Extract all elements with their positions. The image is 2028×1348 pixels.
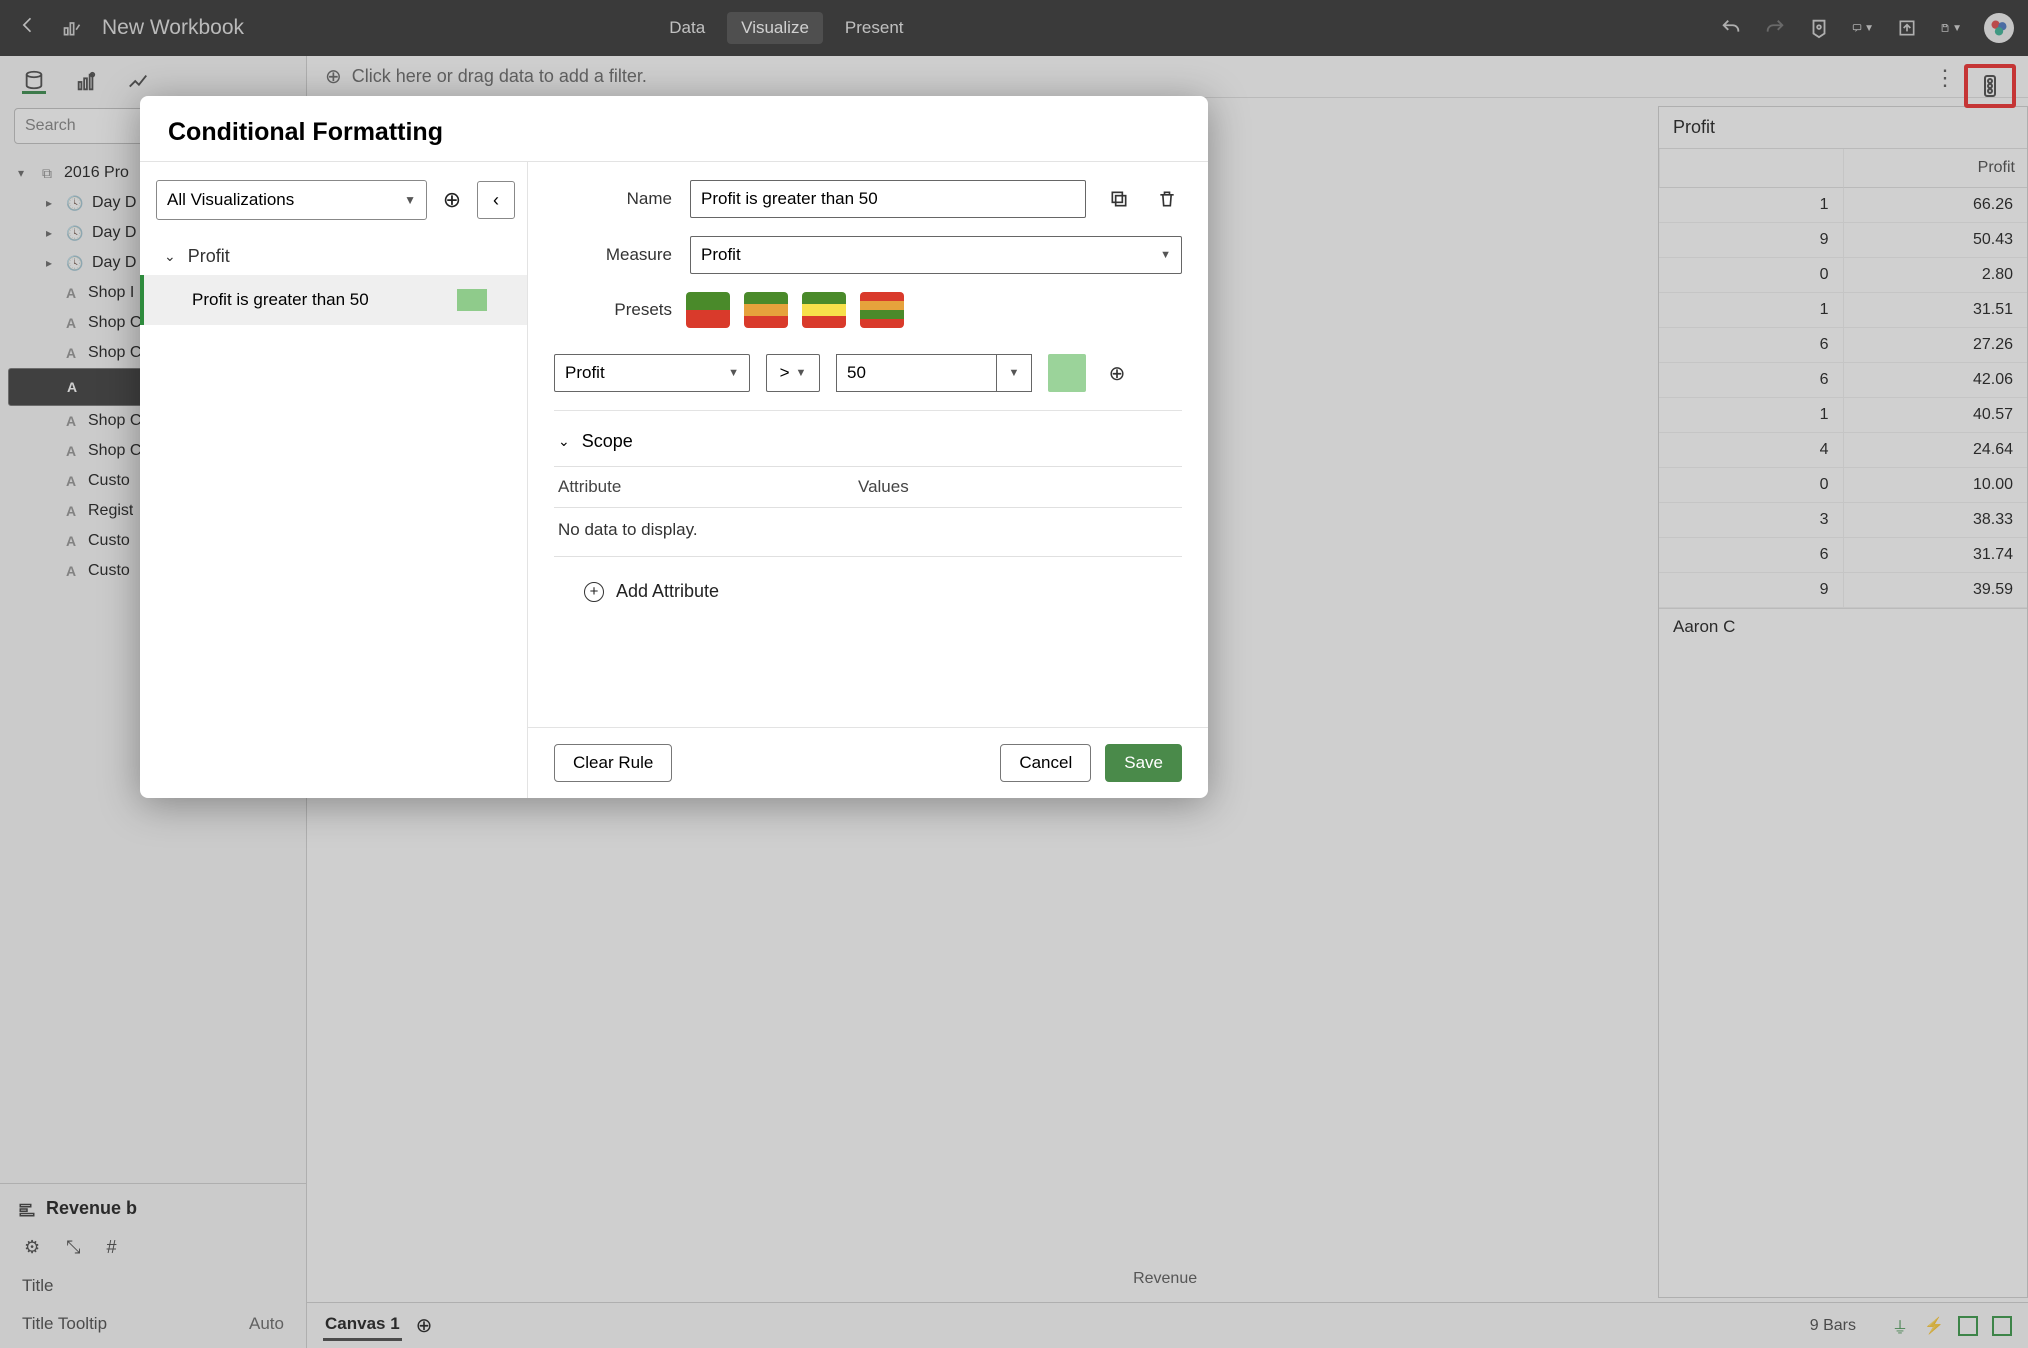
rule-item[interactable]: Profit is greater than 50 xyxy=(140,275,527,325)
save-button[interactable]: Save xyxy=(1105,744,1182,782)
condition-value-dropdown[interactable]: ▼ xyxy=(996,354,1032,392)
chevron-down-icon: ▼ xyxy=(728,367,739,379)
visualization-select-label: All Visualizations xyxy=(167,190,294,210)
condition-field-value: Profit xyxy=(565,363,605,383)
add-condition-icon[interactable]: ⊕ xyxy=(1102,358,1132,388)
modal-left-pane: All Visualizations ▼ ⊕ ‹ ⌄ Profit Profit… xyxy=(140,162,528,798)
condition-operator-select[interactable]: > ▼ xyxy=(766,354,820,392)
add-attribute-label: Add Attribute xyxy=(616,581,719,602)
plus-icon: + xyxy=(584,582,604,602)
chevron-down-icon: ▼ xyxy=(404,193,416,207)
scope-label: Scope xyxy=(582,431,633,452)
visualization-select[interactable]: All Visualizations ▼ xyxy=(156,180,427,220)
cancel-button[interactable]: Cancel xyxy=(1000,744,1091,782)
scope-col-attribute: Attribute xyxy=(558,477,858,497)
rule-name-input[interactable] xyxy=(690,180,1086,218)
scope-empty: No data to display. xyxy=(554,507,1182,557)
condition-color-swatch[interactable] xyxy=(1048,354,1086,392)
preset-4color[interactable] xyxy=(860,292,904,328)
conditional-formatting-modal: Conditional Formatting All Visualization… xyxy=(140,96,1208,798)
chevron-down-icon: ▼ xyxy=(1160,249,1171,261)
condition-row: Profit ▼ > ▼ ▼ ⊕ xyxy=(554,354,1182,392)
chevron-down-icon: ⌄ xyxy=(558,433,570,450)
clear-rule-button[interactable]: Clear Rule xyxy=(554,744,672,782)
rule-label: Profit is greater than 50 xyxy=(192,290,369,310)
measure-group-header[interactable]: ⌄ Profit xyxy=(140,232,527,275)
presets-label: Presets xyxy=(554,300,672,320)
scope-header[interactable]: ⌄ Scope xyxy=(554,425,1182,466)
preset-2color[interactable] xyxy=(686,292,730,328)
collapse-left-icon[interactable]: ‹ xyxy=(477,181,515,219)
scope-table: Attribute Values No data to display. xyxy=(554,466,1182,557)
measure-group-label: Profit xyxy=(188,246,230,267)
duplicate-icon[interactable] xyxy=(1104,184,1134,214)
condition-operator-value: > xyxy=(780,363,790,383)
modal-footer: Clear Rule Cancel Save xyxy=(528,727,1208,798)
rule-color-swatch xyxy=(457,289,487,311)
modal-title: Conditional Formatting xyxy=(140,96,1208,161)
delete-icon[interactable] xyxy=(1152,184,1182,214)
condition-value-input[interactable] xyxy=(836,354,996,392)
chevron-down-icon: ⌄ xyxy=(164,248,176,265)
measure-label: Measure xyxy=(554,245,672,265)
scope-col-values: Values xyxy=(858,477,909,497)
modal-right-pane: Name Measure Profit ▼ Presets xyxy=(528,162,1208,798)
name-label: Name xyxy=(554,189,672,209)
add-rule-icon[interactable]: ⊕ xyxy=(437,185,467,215)
measure-select[interactable]: Profit ▼ xyxy=(690,236,1182,274)
preset-3color-a[interactable] xyxy=(744,292,788,328)
condition-value-wrap: ▼ xyxy=(836,354,1032,392)
chevron-down-icon: ▼ xyxy=(796,367,807,379)
condition-field-select[interactable]: Profit ▼ xyxy=(554,354,750,392)
add-attribute-button[interactable]: + Add Attribute xyxy=(554,557,1182,602)
measure-select-value: Profit xyxy=(701,245,741,265)
preset-3color-b[interactable] xyxy=(802,292,846,328)
